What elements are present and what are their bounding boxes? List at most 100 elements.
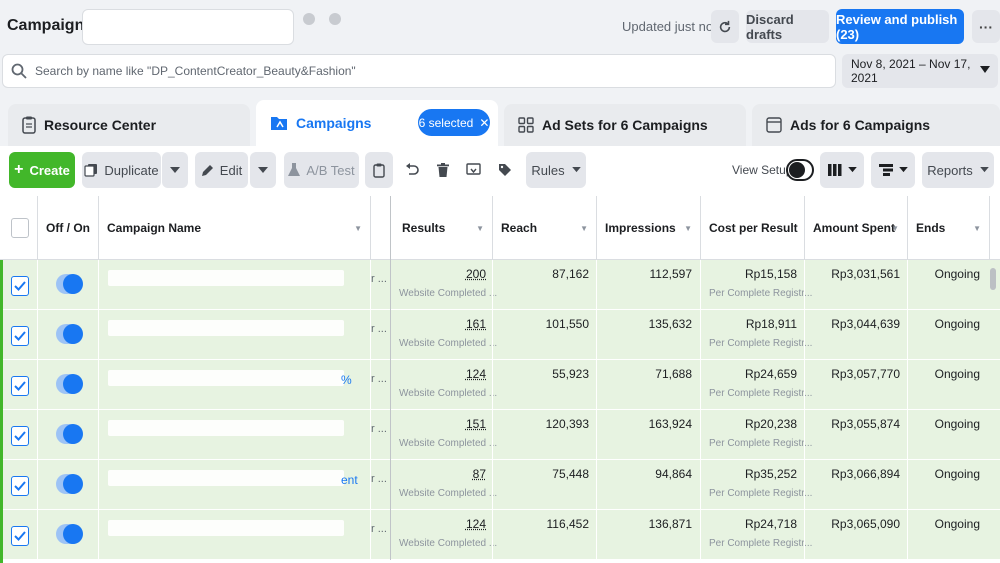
row-checkbox[interactable] — [11, 426, 29, 446]
tag-button[interactable] — [490, 152, 520, 188]
top-bar: Campaigns Updated just now Discard draft… — [0, 0, 1000, 52]
clipboard-icon — [22, 116, 36, 134]
search-icon — [11, 63, 27, 79]
sort-icon: ▼ — [684, 224, 692, 233]
row-checkbox[interactable] — [11, 326, 29, 346]
campaign-name-link[interactable] — [108, 320, 344, 336]
table-row[interactable]: % r ... 124 Website Completed ... 55,923 71,6… — [0, 360, 1000, 410]
rules-label: Rules — [531, 162, 565, 178]
campaign-name-link[interactable] — [108, 270, 344, 286]
reach-cell — [493, 260, 597, 310]
selection-chip[interactable]: 6 selected ✕ — [418, 109, 490, 136]
search-input[interactable] — [35, 55, 825, 87]
ad-window-icon — [766, 117, 782, 133]
date-range-label: Nov 8, 2021 – Nov 17, 2021 — [851, 57, 971, 85]
campaign-on-off-toggle[interactable] — [56, 424, 83, 444]
ab-test-button[interactable]: A/B Test — [284, 152, 359, 188]
tab-resource-center[interactable]: Resource Center — [8, 104, 250, 146]
undo-button[interactable] — [399, 152, 425, 188]
amount-spent-cell — [805, 460, 908, 510]
campaign-name-link[interactable] — [108, 520, 344, 536]
campaigns-table: Off / On Campaign Name ▼ Results ▼ Reach ▼ … — [0, 196, 1000, 563]
tab-ads[interactable]: Ads for 6 Campaigns — [752, 104, 1000, 146]
results-cell — [391, 460, 493, 510]
sort-icon: ▼ — [891, 224, 899, 233]
table-row[interactable]: r ... 200 Website Completed ... 87,162 112,5… — [0, 260, 1000, 310]
amount-spent-cell — [805, 310, 908, 360]
cost-per-result-cell — [701, 410, 805, 460]
edit-dropdown-button[interactable] — [250, 152, 276, 188]
clipboard-icon — [373, 163, 385, 178]
column-divider — [371, 460, 391, 510]
table-row[interactable]: r ... 124 Website Completed ... 116,452 136,… — [0, 510, 1000, 560]
delete-button[interactable] — [429, 152, 457, 188]
column-label: Campaign Name — [107, 221, 202, 235]
campaign-name-link[interactable] — [108, 420, 344, 436]
discard-drafts-button[interactable]: Discard drafts — [746, 10, 829, 43]
refresh-button[interactable] — [711, 10, 739, 43]
impressions-cell — [597, 410, 701, 460]
view-setup-toggle[interactable] — [786, 159, 814, 181]
sort-icon: ▼ — [580, 224, 588, 233]
campaign-name-link[interactable] — [108, 470, 344, 486]
amount-spent-cell — [805, 260, 908, 310]
more-options-button[interactable]: ··· — [972, 10, 1000, 43]
campaign-on-off-toggle[interactable] — [56, 274, 83, 294]
column-label: Results — [402, 221, 446, 235]
impressions-cell — [597, 510, 701, 560]
column-header-campaign-name[interactable]: Campaign Name ▼ — [99, 196, 371, 260]
cost-per-result-cell — [701, 510, 805, 560]
account-selector[interactable] — [82, 9, 294, 45]
duplicate-dropdown-button[interactable] — [162, 152, 188, 188]
chevron-down-icon — [571, 167, 581, 173]
ends-value: Ongoing — [934, 417, 980, 431]
selection-accent — [0, 260, 3, 563]
impressions-cell — [597, 360, 701, 410]
campaign-name-link[interactable] — [108, 370, 344, 386]
results-cell — [391, 260, 493, 310]
campaign-on-off-toggle[interactable] — [56, 324, 83, 344]
column-header-amount-spent[interactable]: Amount Spent ▼ — [805, 196, 908, 260]
rules-button[interactable]: Rules — [526, 152, 586, 188]
columns-icon — [827, 164, 841, 176]
date-range-picker[interactable]: Nov 8, 2021 – Nov 17, 2021 — [842, 54, 998, 88]
row-checkbox[interactable] — [11, 476, 29, 496]
ends-value: Ongoing — [934, 267, 980, 281]
campaign-name-suffix: % — [341, 373, 352, 387]
export-button[interactable] — [459, 152, 487, 188]
column-header-ends[interactable]: Ends ▼ — [908, 196, 990, 260]
select-all-checkbox[interactable] — [11, 218, 29, 238]
create-button[interactable]: + Create — [9, 152, 75, 188]
column-label: Reach — [501, 221, 538, 235]
column-header-results[interactable]: Results ▼ — [391, 196, 493, 260]
tab-ad-sets[interactable]: Ad Sets for 6 Campaigns — [504, 104, 746, 146]
edit-button[interactable]: Edit — [195, 152, 248, 188]
column-divider — [371, 260, 391, 310]
chevron-down-icon — [847, 167, 857, 173]
review-and-publish-button[interactable]: Review and publish (23) — [836, 9, 964, 44]
table-row[interactable]: r ... 161 Website Completed ... 101,550 135,… — [0, 310, 1000, 360]
breakdown-button[interactable] — [871, 152, 915, 188]
clipboard-button[interactable] — [365, 152, 393, 188]
checkmark-icon — [14, 531, 26, 541]
vertical-scrollbar[interactable] — [990, 268, 996, 290]
close-icon[interactable]: ✕ — [479, 116, 489, 130]
duplicate-button[interactable]: Duplicate — [82, 152, 161, 188]
row-checkbox[interactable] — [11, 526, 29, 546]
column-header-impressions[interactable]: Impressions ▼ — [597, 196, 701, 260]
row-checkbox[interactable] — [11, 376, 29, 396]
column-label: Amount Spent — [813, 221, 895, 235]
table-row[interactable]: r ... 151 Website Completed ... 120,393 163,… — [0, 410, 1000, 460]
column-header-cost-per-result[interactable]: Cost per Result — [701, 196, 805, 260]
table-row[interactable]: ent r ... 87 Website Completed ... 75,448 94,… — [0, 460, 1000, 510]
campaign-on-off-toggle[interactable] — [56, 474, 83, 494]
column-header-reach[interactable]: Reach ▼ — [493, 196, 597, 260]
column-header-off-on[interactable]: Off / On — [38, 196, 99, 260]
row-checkbox[interactable] — [11, 276, 29, 296]
campaign-on-off-toggle[interactable] — [56, 374, 83, 394]
columns-button[interactable] — [820, 152, 864, 188]
tag-icon — [499, 164, 511, 176]
campaign-on-off-toggle[interactable] — [56, 524, 83, 544]
reports-button[interactable]: Reports — [922, 152, 994, 188]
column-label: Impressions — [605, 221, 676, 235]
